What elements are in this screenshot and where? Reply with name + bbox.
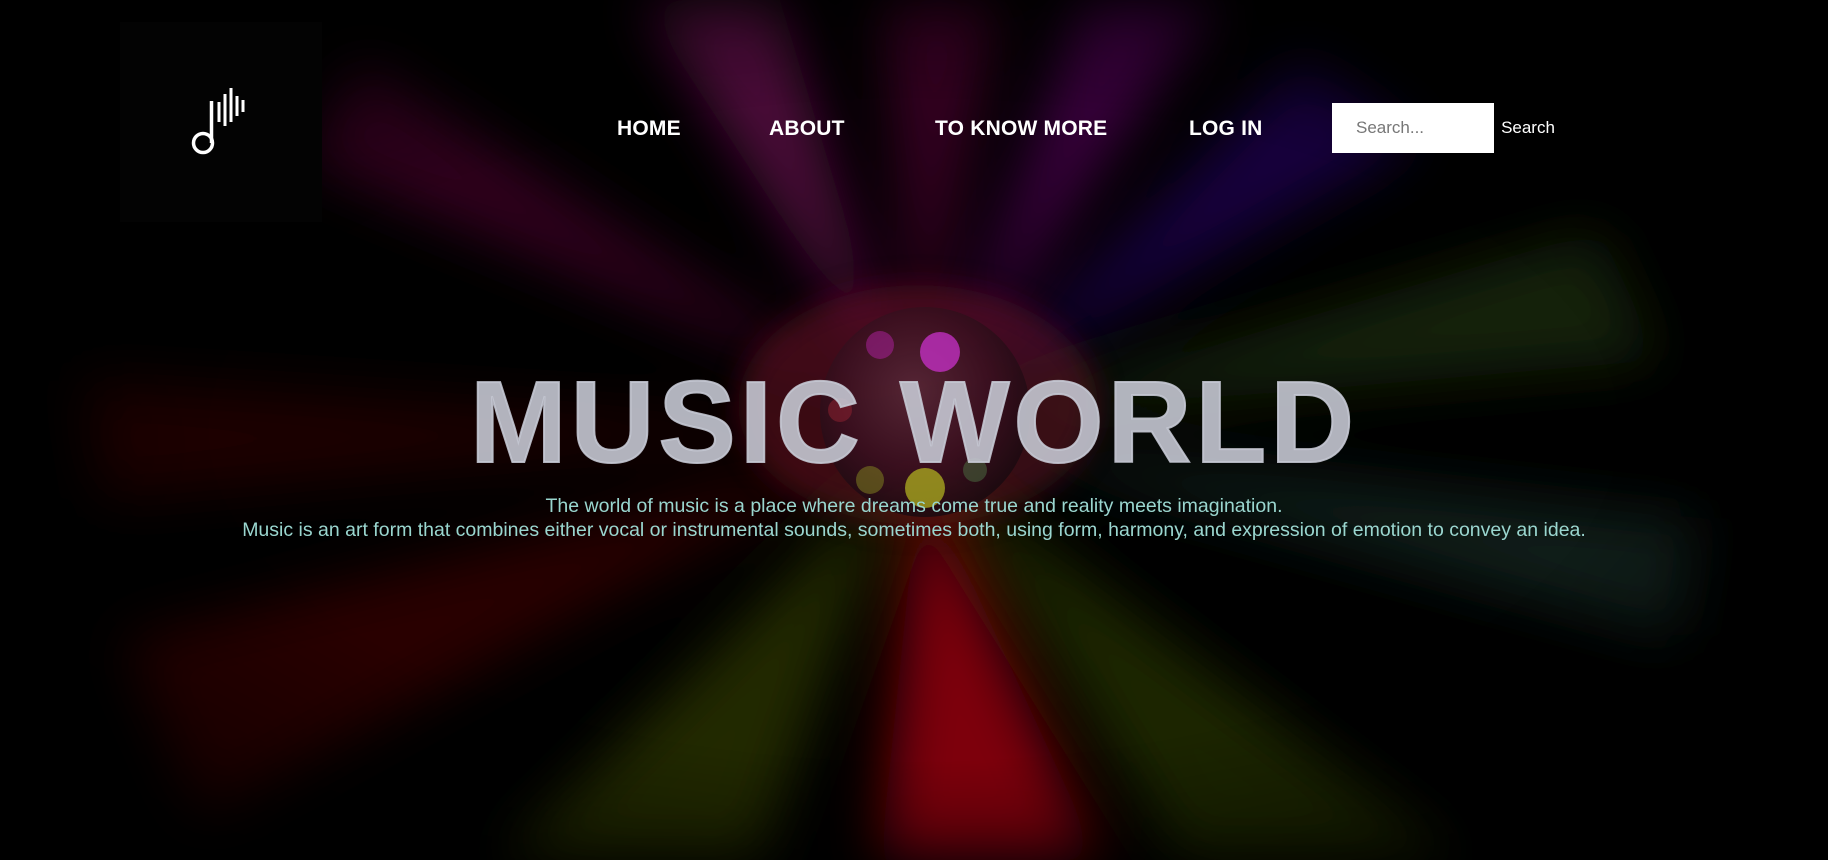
page: HOME ABOUT TO KNOW MORE LOG IN Search MU… [0, 0, 1828, 860]
nav-log-in-link[interactable]: LOG IN [1189, 117, 1263, 141]
search-button[interactable]: Search [1494, 103, 1562, 153]
nav-home-link[interactable]: HOME [617, 117, 681, 141]
search-input[interactable] [1332, 103, 1494, 153]
nav-to-know-more-link[interactable]: TO KNOW MORE [935, 117, 1107, 141]
nav-about-link[interactable]: ABOUT [769, 117, 845, 141]
hero-description: The world of music is a place where drea… [0, 494, 1828, 542]
hero-description-line-2: Music is an art form that combines eithe… [242, 519, 1586, 541]
hero-title: MUSIC WORLD [469, 356, 1359, 488]
hero-description-line-1: The world of music is a place where drea… [545, 495, 1283, 517]
main-navigation: HOME ABOUT TO KNOW MORE LOG IN Search [0, 103, 1828, 155]
